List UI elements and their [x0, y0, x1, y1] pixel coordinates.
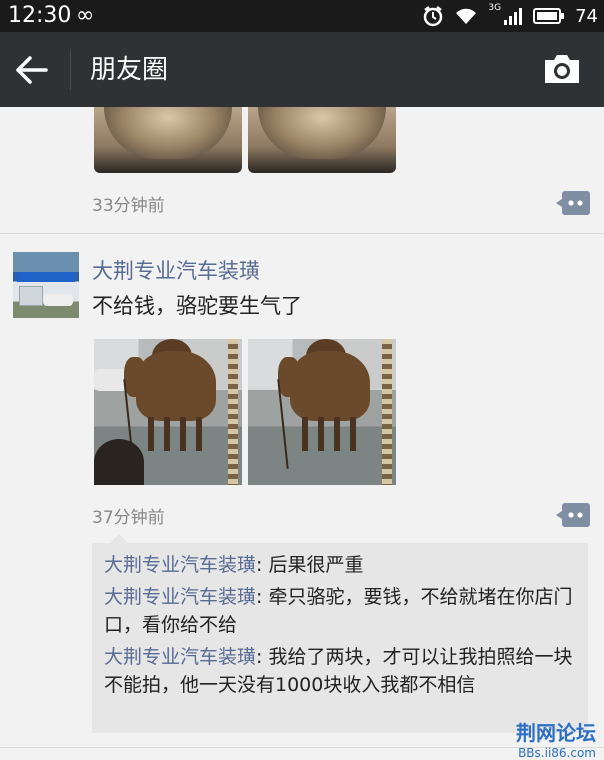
previous-post-photo[interactable] [94, 107, 242, 173]
status-bar: 12:30 ∞ 3G 74 [0, 0, 604, 32]
comment-icon[interactable] [556, 503, 590, 527]
comment-item[interactable]: 大荆专业汽车装璜: 牵只骆驼，要钱，不给就堵在你店门口，看你给不给 [104, 583, 582, 639]
back-arrow-icon[interactable] [14, 54, 50, 86]
post-time: 37分钟前 [92, 508, 165, 528]
post-photo[interactable] [94, 339, 242, 485]
comment-author[interactable]: 大荆专业汽车装璜 [104, 586, 256, 608]
forum-watermark: 荆网论坛 BBs.ii86.com [516, 717, 596, 760]
link-icon: ∞ [76, 3, 95, 28]
comments-box: 大荆专业汽车装璜: 后果很严重 大荆专业汽车装璜: 牵只骆驼，要钱，不给就堵在你… [92, 534, 588, 733]
moments-feed: 33分钟前 大荆专业汽车装璜 不给钱，骆驼要生气了 37分钟前 大荆专业汽车装璜… [0, 107, 604, 760]
title-bar: 朋友圈 [0, 32, 604, 107]
post-text: 不给钱，骆驼要生气了 [92, 294, 302, 318]
post-separator [0, 233, 604, 234]
avatar[interactable] [13, 252, 79, 318]
wifi-icon [456, 8, 477, 24]
page-title: 朋友圈 [90, 55, 169, 85]
title-divider [70, 50, 71, 90]
network-type-label: 3G [488, 3, 502, 13]
comment-item[interactable]: 大荆专业汽车装璜: 后果很严重 [104, 551, 582, 579]
comment-text: : 后果很严重 [256, 554, 364, 576]
comment-author[interactable]: 大荆专业汽车装璜 [104, 554, 256, 576]
watermark-title: 荆网论坛 [516, 721, 596, 745]
status-time: 12:30 [8, 3, 72, 28]
status-icons: 3G 74 [422, 2, 598, 30]
alarm-icon [424, 6, 443, 27]
camera-icon[interactable] [542, 52, 582, 86]
comment-item[interactable]: 大荆专业汽车装璜: 我给了两块，才可以让我拍照给一块不能拍，他一天没有1000块… [104, 643, 582, 699]
comment-author[interactable]: 大荆专业汽车装璜 [104, 646, 256, 668]
post-photo[interactable] [248, 339, 396, 485]
battery-icon [533, 8, 565, 24]
comment-icon[interactable] [556, 191, 590, 215]
signal-icon [504, 8, 523, 25]
post-author-name[interactable]: 大荆专业汽车装璜 [92, 255, 260, 285]
post-separator [0, 747, 604, 748]
previous-post-time: 33分钟前 [92, 196, 165, 216]
previous-post-photo[interactable] [248, 107, 396, 173]
watermark-url: BBs.ii86.com [518, 746, 596, 760]
battery-percent: 74 [575, 5, 598, 27]
